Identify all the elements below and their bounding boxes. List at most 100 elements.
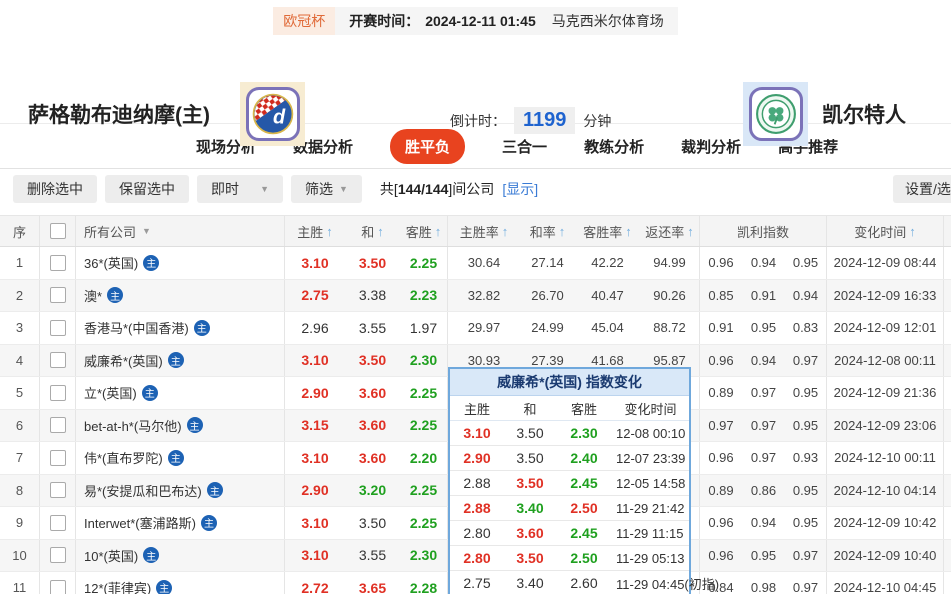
header-change-time[interactable]: 变化时间↑ <box>827 216 944 246</box>
odds-value[interactable]: 2.25 <box>400 247 448 279</box>
row-seq: 5 <box>0 377 40 409</box>
row-checkbox[interactable] <box>50 385 66 401</box>
odds-value[interactable]: 3.50 <box>345 345 400 377</box>
odds-value[interactable]: 3.15 <box>285 410 345 442</box>
kelly-value: 0.96 <box>700 540 742 572</box>
row-checkbox[interactable] <box>50 255 66 271</box>
select-all-checkbox[interactable] <box>50 223 66 239</box>
row-checkbox[interactable] <box>50 352 66 368</box>
odds-value[interactable]: 3.50 <box>345 247 400 279</box>
nav-tab[interactable]: 教练分析 <box>584 136 644 157</box>
row-checkbox[interactable] <box>50 482 66 498</box>
popup-header: 主胜 和 客胜 变化时间 <box>450 396 689 421</box>
odds-value[interactable]: 2.90 <box>285 377 345 409</box>
odds-value[interactable]: 3.60 <box>345 377 400 409</box>
odds-value[interactable]: 3.10 <box>285 247 345 279</box>
odds-value[interactable]: 2.25 <box>400 475 448 507</box>
odds-value[interactable]: 3.50 <box>345 507 400 539</box>
odds-value[interactable]: 2.25 <box>400 507 448 539</box>
odds-value[interactable]: 3.60 <box>345 410 400 442</box>
odds-value[interactable]: 1.97 <box>400 312 448 344</box>
company-name[interactable]: 威廉希*(英国) <box>84 351 163 370</box>
odds-value[interactable]: 2.75 <box>285 280 345 312</box>
nav-tab[interactable]: 裁判分析 <box>681 136 741 157</box>
odds-value[interactable]: 2.28 <box>400 572 448 594</box>
company-name[interactable]: 36*(英国) <box>84 253 138 272</box>
company-name[interactable]: 立*(英国) <box>84 383 137 402</box>
header-home-win[interactable]: 主胜↑ <box>285 216 345 246</box>
odds-value[interactable]: 2.30 <box>400 345 448 377</box>
header-company[interactable]: 所有公司 ▼ <box>76 216 285 246</box>
settings-button[interactable]: 设置/选择 <box>893 175 951 203</box>
odds-value[interactable]: 2.23 <box>400 280 448 312</box>
odds-value[interactable]: 2.30 <box>400 540 448 572</box>
popup-odds-value: 3.60 <box>504 521 556 545</box>
row-checkbox[interactable] <box>50 320 66 336</box>
company-name[interactable]: 香港马*(中国香港) <box>84 318 189 337</box>
kelly-value: 0.96 <box>700 345 742 377</box>
row-checkbox[interactable] <box>50 287 66 303</box>
sort-asc-icon[interactable]: ↑ <box>377 224 384 239</box>
filter-dropdown[interactable]: 筛选 ▼ <box>291 175 362 203</box>
odds-value[interactable]: 2.96 <box>285 312 345 344</box>
kelly-value: 0.95 <box>785 410 827 442</box>
odds-value[interactable]: 2.72 <box>285 572 345 594</box>
odds-value[interactable]: 3.10 <box>285 442 345 474</box>
odds-value[interactable]: 2.90 <box>285 475 345 507</box>
header-away-win[interactable]: 客胜↑ <box>400 216 448 246</box>
instant-dropdown[interactable]: 即时 ▼ <box>197 175 283 203</box>
row-checkbox-cell <box>40 345 76 377</box>
header-draw-rate[interactable]: 和率↑ <box>520 216 575 246</box>
odds-value[interactable]: 2.20 <box>400 442 448 474</box>
keep-selected-button[interactable]: 保留选中 <box>105 175 189 203</box>
sort-asc-icon[interactable]: ↑ <box>559 224 566 239</box>
odds-value[interactable]: 3.38 <box>345 280 400 312</box>
odds-value[interactable]: 2.25 <box>400 377 448 409</box>
kelly-value: 0.97 <box>700 410 742 442</box>
row-checkbox-cell <box>40 475 76 507</box>
company-name[interactable]: bet-at-h*(马尔他) <box>84 416 182 435</box>
odds-value[interactable]: 3.10 <box>285 507 345 539</box>
company-name[interactable]: 12*(菲律宾) <box>84 578 151 594</box>
sort-asc-icon[interactable]: ↑ <box>687 224 694 239</box>
company-name[interactable]: Interwet*(塞浦路斯) <box>84 513 196 532</box>
sort-asc-icon[interactable]: ↑ <box>625 224 632 239</box>
row-checkbox[interactable] <box>50 580 66 594</box>
odds-value[interactable]: 3.65 <box>345 572 400 594</box>
show-link[interactable]: [显示] <box>502 179 538 199</box>
company-name[interactable]: 澳* <box>84 286 102 305</box>
row-checkbox[interactable] <box>50 450 66 466</box>
odds-value[interactable]: 3.10 <box>285 540 345 572</box>
header-draw[interactable]: 和↑ <box>345 216 400 246</box>
sort-asc-icon[interactable]: ↑ <box>909 224 916 239</box>
odds-value[interactable]: 3.20 <box>345 475 400 507</box>
header-away-rate[interactable]: 客胜率↑ <box>575 216 640 246</box>
odds-value[interactable]: 3.10 <box>285 345 345 377</box>
row-checkbox[interactable] <box>50 417 66 433</box>
sort-asc-icon[interactable]: ↑ <box>435 224 442 239</box>
odds-value[interactable]: 3.60 <box>345 442 400 474</box>
odds-value[interactable]: 2.25 <box>400 410 448 442</box>
popup-change-time: 11-29 04:45(初指) <box>612 571 719 594</box>
company-name[interactable]: 易*(安提瓜和巴布达) <box>84 481 202 500</box>
company-cell: 36*(英国)主 <box>76 247 285 279</box>
sort-asc-icon[interactable]: ↑ <box>326 224 333 239</box>
table-header: 序 所有公司 ▼ 主胜↑ 和↑ 客胜↑ 主胜率↑ 和率↑ 客胜率↑ 返还率↑ 凯… <box>0 215 951 247</box>
nav-tab[interactable]: 三合一 <box>502 136 547 157</box>
company-name[interactable]: 10*(英国) <box>84 546 138 565</box>
header-home-rate[interactable]: 主胜率↑ <box>448 216 520 246</box>
sort-asc-icon[interactable]: ↑ <box>502 224 509 239</box>
kelly-value: 0.91 <box>700 312 742 344</box>
change-time: 2024-12-08 00:11 <box>827 345 944 377</box>
company-name[interactable]: 伟*(直布罗陀) <box>84 448 163 467</box>
row-checkbox[interactable] <box>50 515 66 531</box>
popup-odds-value: 2.50 <box>556 546 612 570</box>
odds-value[interactable]: 3.55 <box>345 312 400 344</box>
header-return-rate[interactable]: 返还率↑ <box>640 216 700 246</box>
delete-selected-button[interactable]: 删除选中 <box>13 175 97 203</box>
kelly-value: 0.98 <box>742 572 785 594</box>
header-kelly: 凯利指数 <box>700 216 827 246</box>
row-checkbox[interactable] <box>50 547 66 563</box>
popup-odds-value: 3.50 <box>504 471 556 495</box>
odds-value[interactable]: 3.55 <box>345 540 400 572</box>
